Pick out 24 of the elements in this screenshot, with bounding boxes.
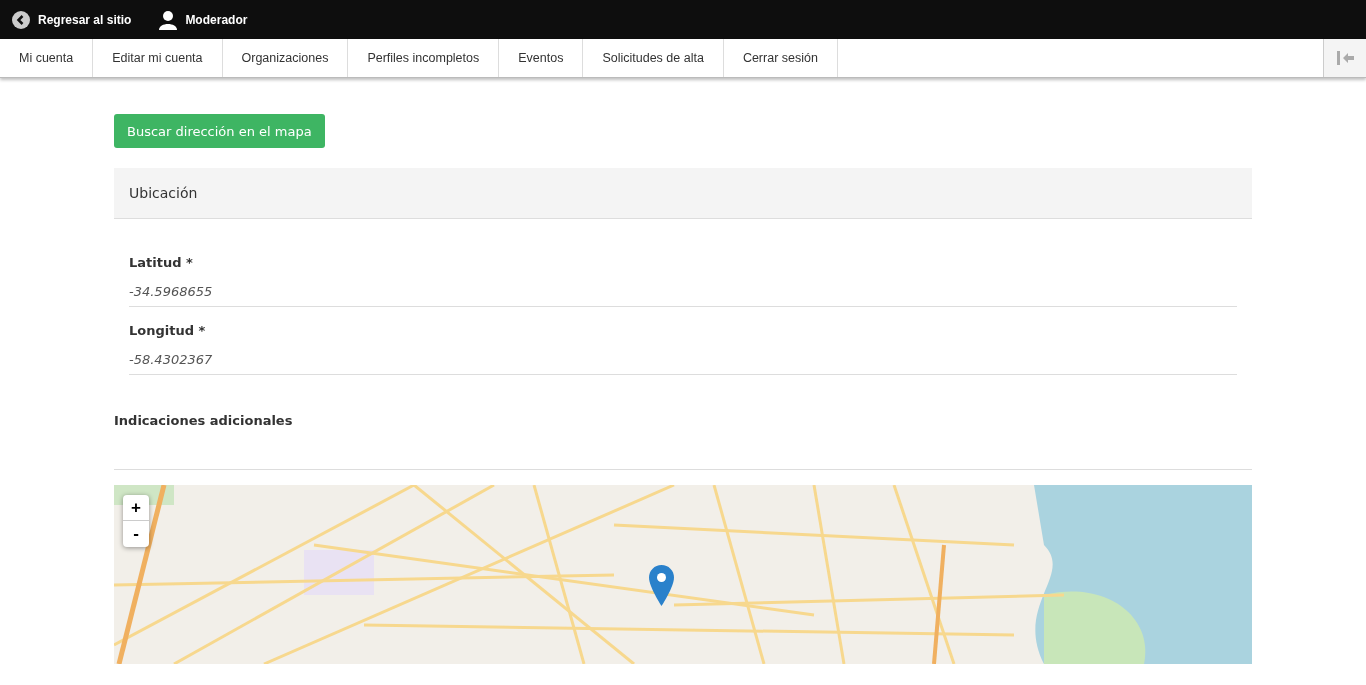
field-label: Longitud * bbox=[129, 323, 207, 338]
user-icon bbox=[159, 9, 178, 30]
collapse-button[interactable] bbox=[1323, 39, 1366, 77]
panel-header: Ubicación bbox=[114, 168, 1252, 219]
field-value: -34.5968655 bbox=[129, 284, 214, 299]
menu-tab[interactable]: Perfiles incompletos bbox=[348, 39, 500, 77]
collapse-icon bbox=[1335, 50, 1355, 66]
coordinate-field[interactable]: Latitud * -34.5968655 bbox=[129, 255, 1237, 307]
coordinate-field[interactable]: Longitud * -58.4302367 bbox=[129, 323, 1237, 375]
menu-tab[interactable]: Cerrar sesión bbox=[723, 39, 838, 77]
menu-tab[interactable]: Editar mi cuenta bbox=[93, 39, 223, 77]
back-icon bbox=[12, 10, 30, 29]
menu-tab[interactable]: Mi cuenta bbox=[0, 39, 94, 77]
map-marker-icon[interactable] bbox=[649, 565, 674, 606]
field-label: Latitud * bbox=[129, 255, 194, 270]
zoom-out-button[interactable]: - bbox=[123, 521, 149, 547]
user-link[interactable]: Moderador bbox=[159, 9, 248, 30]
zoom-in-button[interactable]: + bbox=[123, 495, 149, 521]
field-label: Indicaciones adicionales bbox=[114, 413, 294, 428]
field-value: -58.4302367 bbox=[129, 352, 214, 367]
menu-tab[interactable]: Eventos bbox=[499, 39, 584, 77]
back-link[interactable]: Regresar al sitio bbox=[12, 10, 132, 29]
menu-tab[interactable]: Organizaciones bbox=[222, 39, 349, 77]
menu-tab[interactable]: Solicitudes de alta bbox=[583, 39, 724, 77]
